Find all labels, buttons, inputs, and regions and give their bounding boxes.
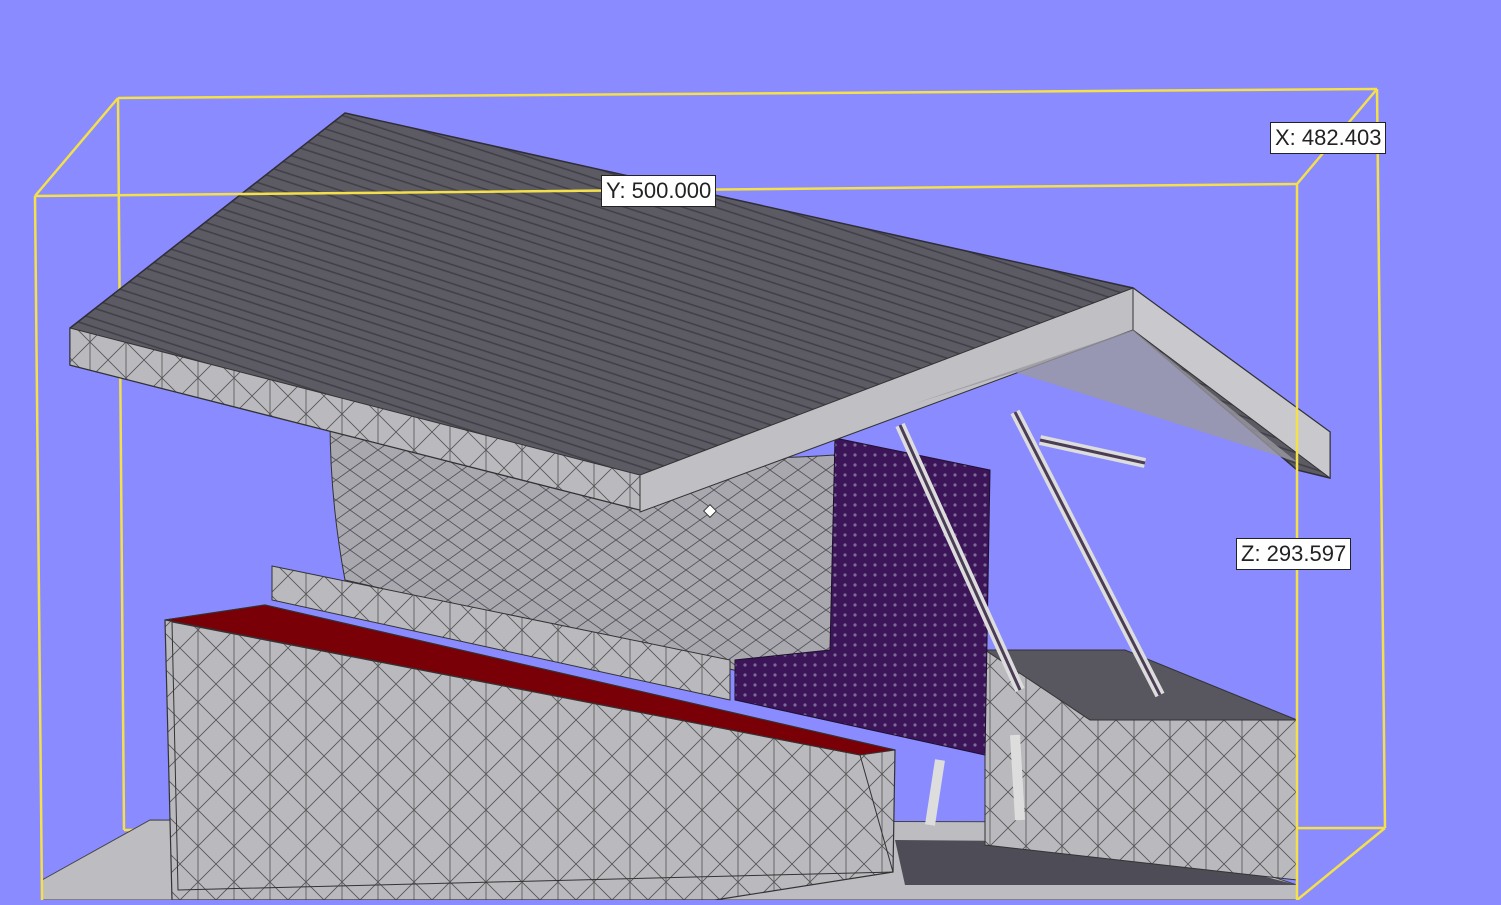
z-dimension-label: Z: 293.597 (1236, 538, 1352, 570)
x-dimension-label: X: 482.403 (1270, 122, 1387, 154)
y-dimension-label: Y: 500.000 (601, 175, 717, 207)
3d-viewport[interactable]: X: 482.403 Y: 500.000 Z: 293.597 (0, 0, 1501, 901)
